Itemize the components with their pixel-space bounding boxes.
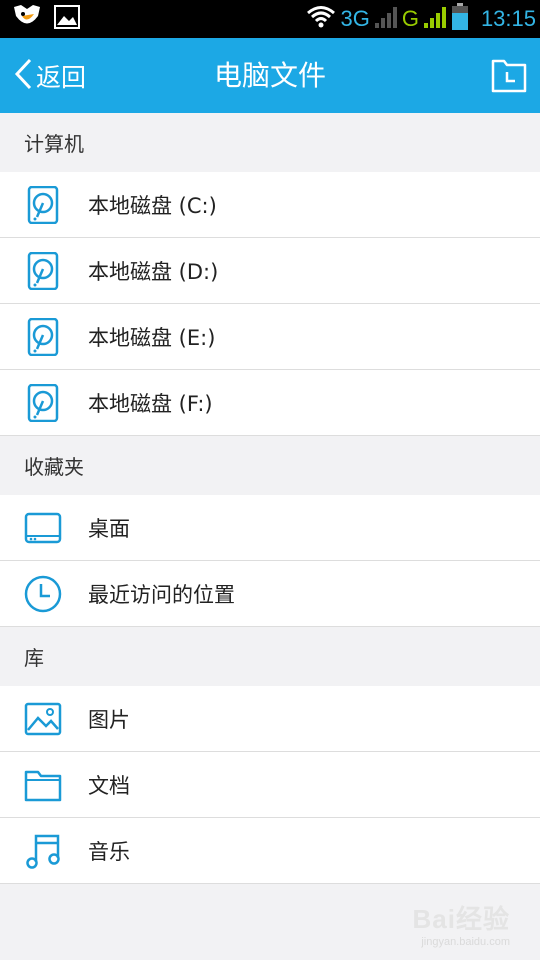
list-item-disk-d[interactable]: 本地磁盘 (D:) <box>0 238 540 304</box>
list-item-label: 最近访问的位置 <box>88 582 235 607</box>
battery-icon <box>451 3 469 35</box>
network-type-g: G <box>401 6 419 31</box>
list-item-label: 图片 <box>88 707 130 732</box>
section-header-library: 库 <box>0 627 540 686</box>
list-item-label: 本地磁盘 (D:) <box>88 259 219 284</box>
file-browser-list: 计算机 本地磁盘 (C:) 本地磁盘 (D:) 本地磁盘 (E:) 本地磁盘 (… <box>0 113 540 884</box>
clock-time: 13:15 <box>480 6 536 31</box>
desktop-icon <box>24 509 62 547</box>
watermark-logo: Bai经验 <box>412 904 510 934</box>
hard-disk-icon <box>24 383 62 423</box>
list-item-label: 音乐 <box>88 839 130 864</box>
list-item-label: 本地磁盘 (E:) <box>88 325 216 350</box>
watermark: Bai经验 jingyan.baidu.com <box>413 899 510 948</box>
list-item-label: 本地磁盘 (F:) <box>88 391 213 416</box>
section-header-favorites: 收藏夹 <box>0 436 540 495</box>
list-item-disk-e[interactable]: 本地磁盘 (E:) <box>0 304 540 370</box>
header-bar: 返回 电脑文件 <box>0 38 540 113</box>
page-title: 电脑文件 <box>213 59 326 92</box>
list-item-documents[interactable]: 文档 <box>0 752 540 818</box>
list-item-music[interactable]: 音乐 <box>0 818 540 884</box>
list-item-desktop[interactable]: 桌面 <box>0 495 540 561</box>
signal-bars-green-icon <box>423 5 447 33</box>
list-item-disk-f[interactable]: 本地磁盘 (F:) <box>0 370 540 436</box>
list-item-disk-c[interactable]: 本地磁盘 (C:) <box>0 172 540 238</box>
list-item-label: 文档 <box>88 773 130 798</box>
clock-icon <box>24 575 62 613</box>
list-item-recent-places[interactable]: 最近访问的位置 <box>0 561 540 627</box>
status-bar: 3G G 13:15 <box>0 0 540 38</box>
watermark-url: jingyan.baidu.com <box>421 936 510 948</box>
folder-clock-icon <box>491 59 527 93</box>
status-right: 3G G 13:15 <box>306 3 536 35</box>
wifi-icon <box>306 5 336 33</box>
section-header-computer: 计算机 <box>0 113 540 172</box>
folder-icon <box>24 766 62 804</box>
image-notification-icon <box>54 5 80 33</box>
list-item-label: 本地磁盘 (C:) <box>88 193 217 218</box>
image-icon <box>24 700 62 738</box>
list-item-pictures[interactable]: 图片 <box>0 686 540 752</box>
hard-disk-icon <box>24 251 62 291</box>
folder-history-button[interactable] <box>490 57 528 95</box>
list-item-label: 桌面 <box>88 516 130 541</box>
app-notification-icon <box>12 4 42 34</box>
network-type-3g: 3G <box>340 6 370 31</box>
music-note-icon <box>24 832 62 870</box>
hard-disk-icon <box>24 185 62 225</box>
signal-bars-icon <box>374 5 398 33</box>
status-left <box>12 5 80 33</box>
hard-disk-icon <box>24 317 62 357</box>
